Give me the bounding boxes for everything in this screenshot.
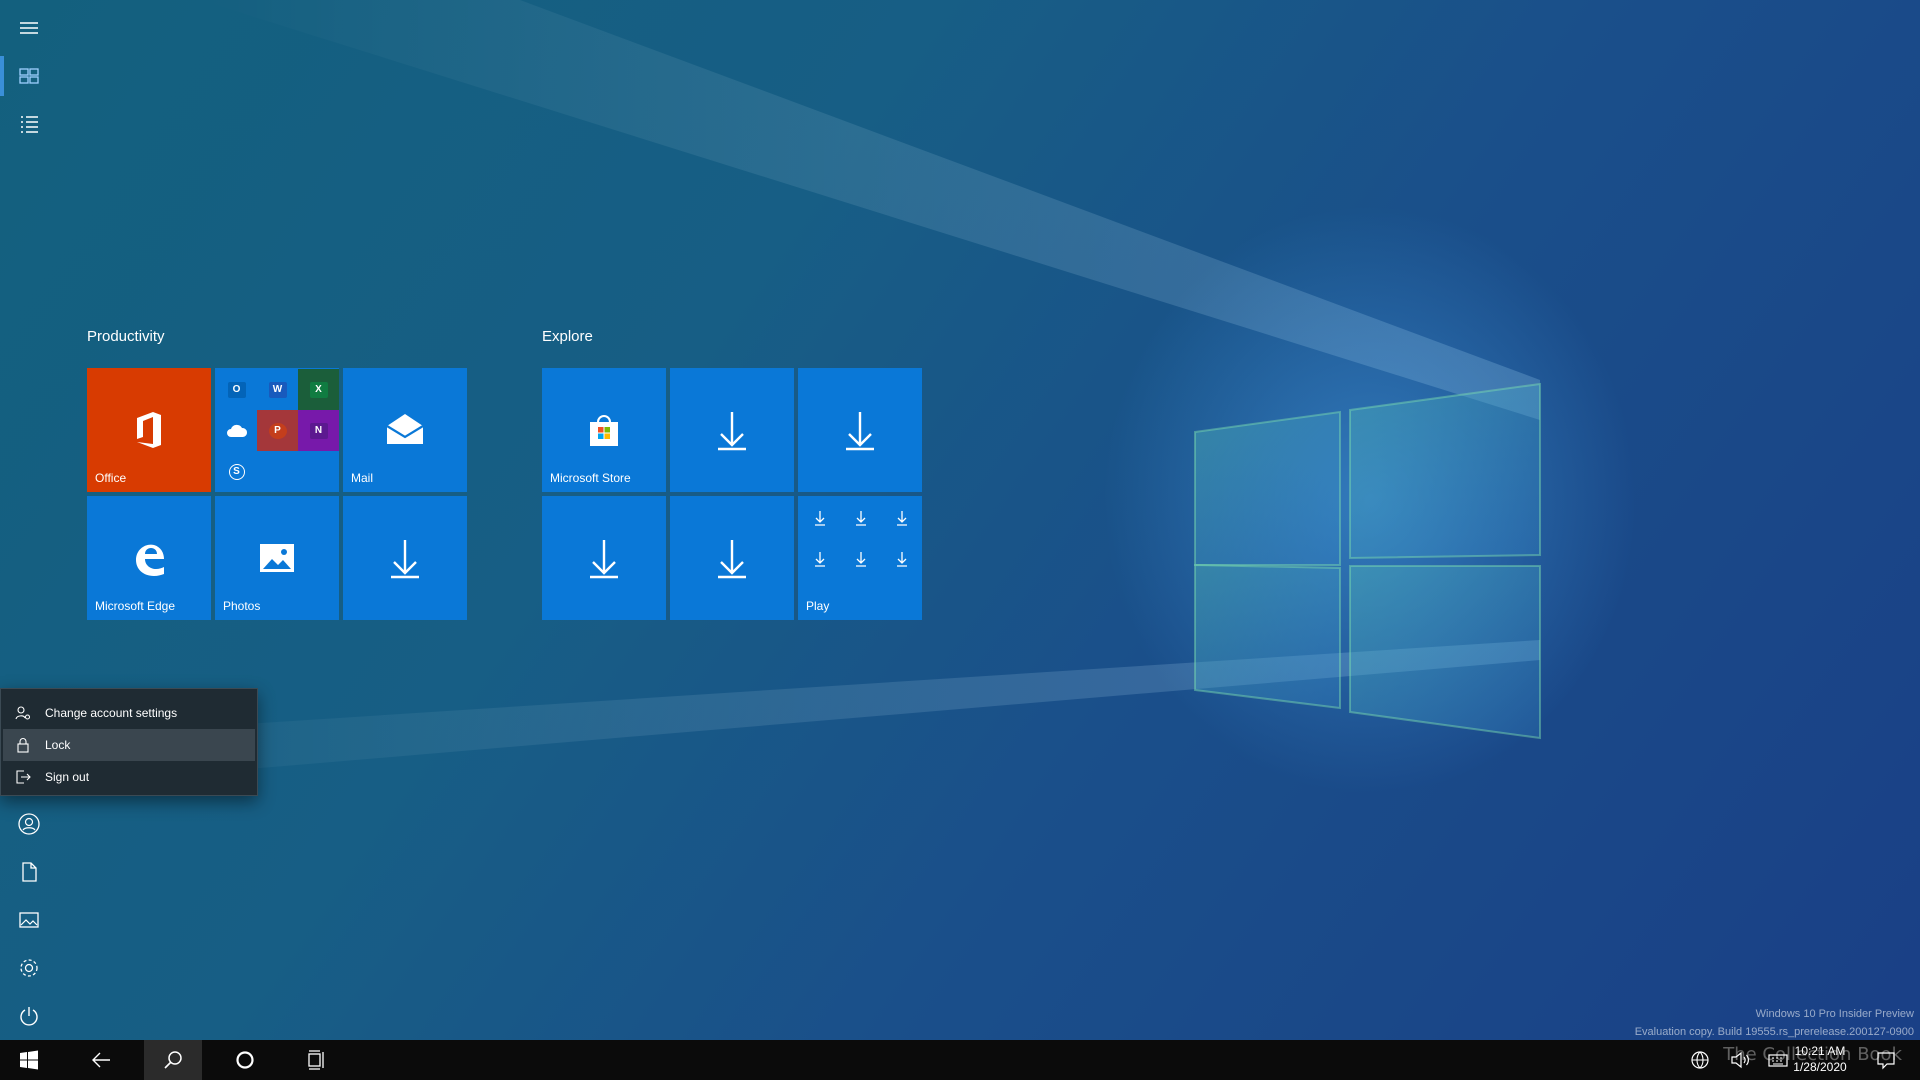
tile-office-apps-folder[interactable]: O W X P N S: [215, 368, 339, 492]
office-icon: [137, 412, 161, 448]
task-view-button[interactable]: [288, 1040, 346, 1080]
tile-label: Microsoft Edge: [95, 599, 176, 613]
network-icon[interactable]: [1690, 1050, 1710, 1070]
task-view-icon: [308, 1050, 324, 1070]
watermark-line2: Evaluation copy. Build 19555.rs_prerelea…: [1634, 1026, 1914, 1038]
account-settings-icon: [15, 706, 31, 720]
tile-download-placeholder[interactable]: [670, 368, 794, 492]
word-icon: W: [268, 381, 287, 398]
power-icon: [20, 1007, 38, 1026]
download-icon: [846, 412, 874, 451]
photos-icon: [260, 544, 294, 572]
download-icon: [718, 412, 746, 451]
tile-download-placeholder[interactable]: [343, 496, 467, 620]
outlook-icon: O: [227, 381, 246, 398]
user-account-button[interactable]: [0, 800, 58, 848]
folder-app-onenote[interactable]: N: [298, 410, 339, 451]
onedrive-icon: [226, 424, 247, 437]
windows-start-icon: [20, 1050, 38, 1070]
tile-office[interactable]: Office: [87, 368, 211, 492]
tile-label: Microsoft Store: [550, 471, 631, 485]
tile-label: Mail: [351, 471, 374, 485]
play-folder-icon: [798, 496, 922, 596]
download-icon: [391, 540, 419, 579]
menu-item-sign-out[interactable]: Sign out: [3, 761, 255, 793]
tile-microsoft-edge[interactable]: Microsoft Edge: [87, 496, 211, 620]
sign-out-icon: [16, 770, 31, 784]
menu-item-lock[interactable]: Lock: [3, 729, 255, 761]
folder-app-onedrive[interactable]: [216, 410, 257, 451]
mail-icon: [386, 414, 424, 444]
start-button[interactable]: [0, 1040, 58, 1080]
documents-button[interactable]: [0, 848, 58, 896]
edge-icon: [136, 544, 164, 576]
tile-label: Play: [806, 599, 830, 613]
tile-download-placeholder[interactable]: [798, 368, 922, 492]
lock-icon: [17, 738, 29, 753]
folder-app-skype[interactable]: S: [216, 451, 257, 492]
hamburger-icon: [20, 22, 38, 34]
pictures-icon: [19, 912, 39, 928]
tile-photos[interactable]: Photos: [215, 496, 339, 620]
pinned-tiles-button[interactable]: [0, 52, 58, 100]
folder-app-outlook[interactable]: O: [216, 369, 257, 410]
cortana-button[interactable]: [216, 1040, 274, 1080]
settings-icon: [20, 959, 38, 977]
build-watermark: Windows 10 Pro Insider Preview Evaluatio…: [1635, 1005, 1914, 1041]
download-icon: [590, 540, 618, 579]
download-icon: [856, 552, 866, 567]
download-icon: [815, 552, 825, 567]
tile-label: Photos: [223, 599, 261, 613]
menu-item-label: Change account settings: [45, 706, 178, 720]
group-title-explore[interactable]: Explore: [542, 328, 593, 345]
expand-menu-button[interactable]: [0, 4, 58, 52]
folder-app-excel[interactable]: X: [298, 369, 339, 410]
corner-brand-watermark: The Collection Book: [1723, 1044, 1902, 1065]
back-button[interactable]: [72, 1040, 130, 1080]
power-button[interactable]: [0, 992, 58, 1040]
pinned-tiles-icon: [19, 68, 39, 84]
store-icon: [590, 415, 618, 446]
download-icon: [815, 511, 825, 526]
tile-play-folder[interactable]: Play: [798, 496, 922, 620]
all-apps-list-icon: [21, 116, 38, 133]
powerpoint-icon: P: [268, 422, 287, 439]
tile-microsoft-store[interactable]: Microsoft Store: [542, 368, 666, 492]
download-icon: [856, 511, 866, 526]
excel-icon: X: [309, 381, 328, 398]
taskbar: 10:21 AM 1/28/2020: [0, 1040, 1920, 1080]
watermark-line1: Windows 10 Pro Insider Preview: [1755, 1008, 1914, 1020]
download-icon: [897, 511, 907, 526]
back-arrow-icon: [92, 1052, 110, 1068]
menu-item-label: Sign out: [45, 770, 90, 784]
documents-icon: [22, 862, 37, 882]
search-button[interactable]: [144, 1040, 202, 1080]
account-context-menu: Change account settings Lock Sign out: [0, 688, 258, 796]
start-left-rail: [0, 0, 58, 1040]
pictures-button[interactable]: [0, 896, 58, 944]
menu-item-label: Lock: [45, 738, 71, 752]
search-icon: [164, 1051, 182, 1069]
tile-download-placeholder[interactable]: [670, 496, 794, 620]
skype-icon: S: [228, 463, 245, 480]
all-apps-button[interactable]: [0, 100, 58, 148]
user-avatar-icon: [18, 813, 40, 835]
tile-label: Office: [95, 471, 127, 485]
menu-item-change-account-settings[interactable]: Change account settings: [3, 697, 255, 729]
cortana-icon: [236, 1051, 254, 1069]
download-icon: [897, 552, 907, 567]
folder-app-powerpoint[interactable]: P: [257, 410, 298, 451]
tile-download-placeholder[interactable]: [542, 496, 666, 620]
onenote-icon: N: [309, 422, 328, 439]
tile-mail[interactable]: Mail: [343, 368, 467, 492]
settings-button[interactable]: [0, 944, 58, 992]
group-title-productivity[interactable]: Productivity: [87, 328, 165, 345]
folder-app-word[interactable]: W: [257, 369, 298, 410]
download-icon: [718, 540, 746, 579]
